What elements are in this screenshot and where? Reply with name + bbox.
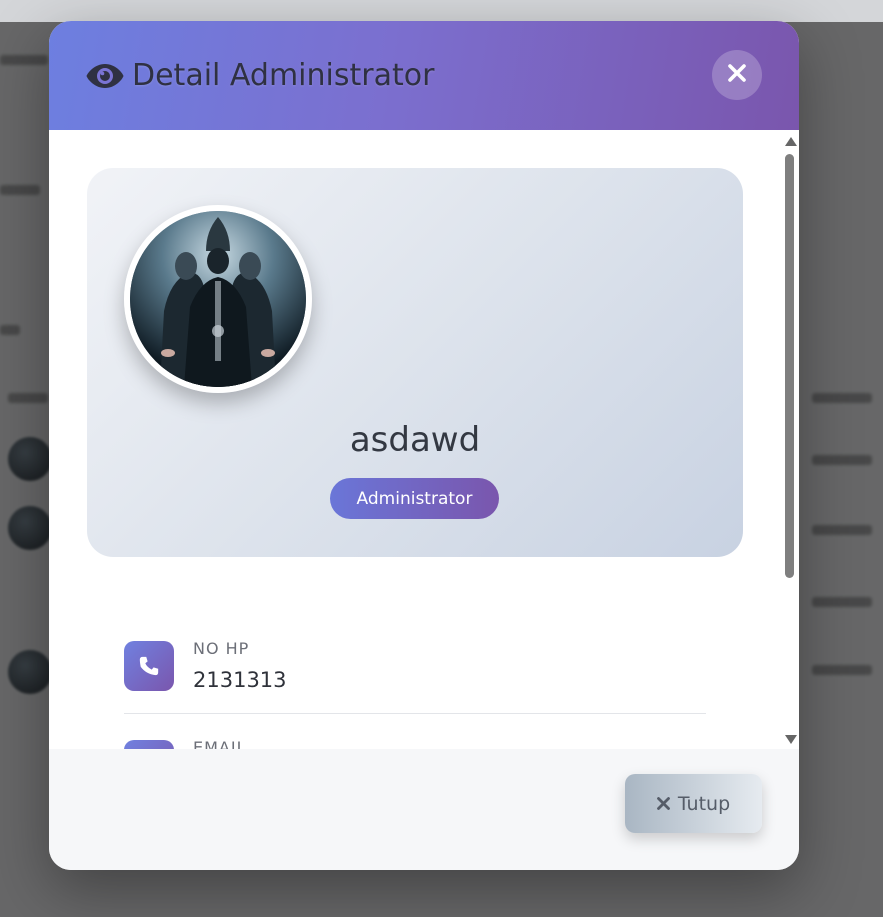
modal-title: Detail Administrator	[132, 58, 435, 93]
divider	[124, 713, 706, 714]
user-name: asdawd	[349, 420, 481, 460]
close-button[interactable]	[712, 50, 762, 100]
modal-footer: Tutup	[49, 749, 799, 870]
avatar	[124, 205, 312, 393]
scroll-up-arrow[interactable]	[785, 137, 797, 146]
role-badge: Administrator	[330, 478, 499, 519]
modal-body: asdawd Administrator NO HP 2131313 EMAIL	[49, 130, 799, 749]
admin-detail-modal: Detail Administrator asdawd Administrato…	[49, 21, 799, 870]
phone-label: NO HP	[193, 639, 250, 658]
phone-info-row: NO HP 2131313	[124, 639, 706, 701]
scrollbar-thumb[interactable]	[785, 154, 794, 578]
modal-header: Detail Administrator	[49, 21, 799, 130]
email-info-row: EMAIL	[124, 738, 706, 749]
envelope-icon	[124, 740, 174, 749]
tutup-button[interactable]: Tutup	[625, 774, 762, 833]
eye-icon	[86, 61, 124, 91]
avatar-image	[130, 211, 306, 387]
phone-value: 2131313	[193, 668, 287, 692]
close-icon	[656, 793, 670, 815]
tutup-button-label: Tutup	[677, 792, 731, 815]
background-topbar	[0, 0, 883, 22]
email-label: EMAIL	[193, 738, 247, 749]
scroll-down-arrow[interactable]	[785, 735, 797, 744]
scrollbar[interactable]	[781, 130, 799, 749]
phone-icon	[124, 641, 174, 691]
profile-card: asdawd Administrator	[87, 168, 743, 557]
close-icon	[728, 64, 746, 86]
